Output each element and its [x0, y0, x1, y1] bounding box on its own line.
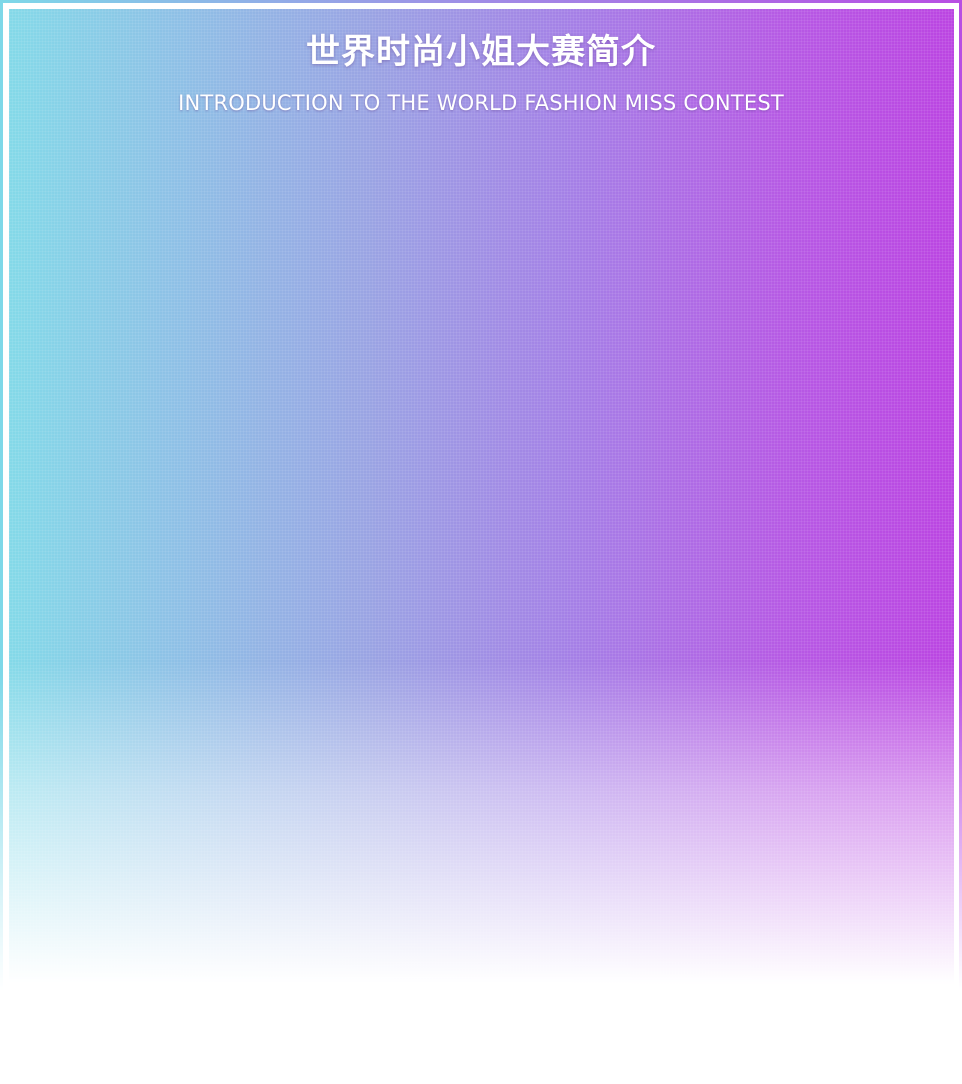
section-subtitle: INTRODUCTION TO THE WORLD FASHION MISS C… [178, 91, 784, 115]
section-title: 世界时尚小姐大赛简介 [306, 32, 656, 72]
gradient-panel [9, 9, 954, 984]
panel-texture [9, 9, 954, 984]
page: 世界时尚小姐大赛简介 INTRODUCTION TO THE WORLD FAS… [0, 0, 962, 1084]
